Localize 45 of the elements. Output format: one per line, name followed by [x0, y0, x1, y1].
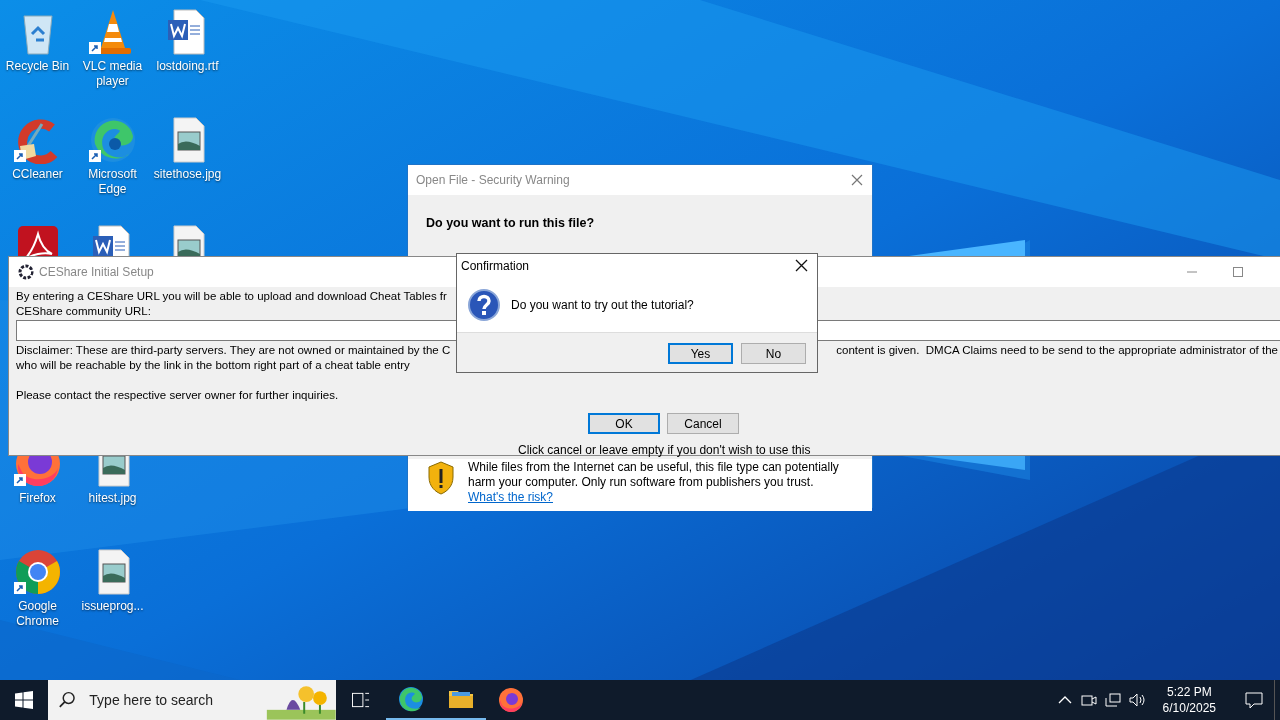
clock-time: 5:22 PM [1165, 684, 1213, 700]
icon-label[interactable]: CCleaner [1, 167, 74, 182]
camera-icon[interactable] [1080, 692, 1097, 708]
fox-globe-icon [498, 687, 524, 713]
contact-text: Please contact the respective server owner for further inquiries. [16, 388, 339, 403]
edge-browser-icon[interactable] [88, 116, 137, 164]
dialog-button[interactable]: Yes [668, 343, 733, 364]
clock-date: 6/10/2025 [1162, 700, 1216, 716]
question-icon [467, 288, 501, 322]
taskbar-clock[interactable]: 5:22 PM 6/10/2025 [1162, 684, 1216, 716]
dialog-question: Do you want to run this file? [426, 215, 595, 232]
icon-label[interactable]: hitest.jpg [76, 491, 149, 506]
icon-label[interactable]: lostdoing.rtf [151, 59, 224, 74]
icon-label[interactable]: Google Chrome [1, 599, 74, 629]
chrome-browser-icon[interactable] [13, 548, 62, 596]
disclaimer-text: content is given. DMCA Claims need to be send to the appropriate administrator of the [836, 343, 1278, 358]
window-title: CEShare Initial Setup [39, 264, 154, 281]
icon-label[interactable]: sitethose.jpg [151, 167, 224, 182]
shield-warning-icon [428, 460, 454, 495]
edge-browser-icon [398, 686, 424, 712]
hint-text: Click cancel or leave empty if you don't wish to use this [518, 443, 811, 458]
network-icon[interactable] [1104, 692, 1121, 708]
intro-text: By entering a CEShare URL you will be able to upload and download Cheat Tables fr [16, 289, 447, 304]
warning-text: harm your computer. Only run software from publishers you trust. [468, 474, 814, 490]
dialog-title: Confirmation [461, 258, 530, 275]
disclaimer-text: who will be reachable by the link in the bottom right part of a cheat table entry [16, 358, 410, 373]
windows-logo-icon [15, 691, 33, 709]
dialog-button[interactable]: OK [588, 413, 660, 434]
search-box[interactable]: Type here to search [48, 680, 336, 720]
icon-label[interactable]: Microsoft Edge [76, 167, 149, 197]
window-title: Open File - Security Warning [416, 172, 570, 189]
dialog-button[interactable]: Cancel [667, 413, 739, 434]
search-field[interactable]: Type here to search [87, 688, 258, 712]
dialog-button[interactable]: No [741, 343, 806, 364]
icon-label[interactable]: Firefox [1, 491, 74, 506]
icon-label[interactable]: VLC media player [76, 59, 149, 89]
task-view-icon [352, 692, 370, 708]
disclaimer-text: Disclaimer: These are third-party servers. They are not owned or maintained by the C [16, 343, 451, 358]
risk-link[interactable]: What's the risk? [468, 489, 553, 505]
icon-label[interactable]: issueprog... [76, 599, 149, 614]
field-label: CEShare community URL: [16, 304, 151, 319]
warning-text: While files from the Internet can be useful, this file type can potentially [468, 459, 839, 475]
icon-label[interactable]: Recycle Bin [1, 59, 74, 74]
volume-icon[interactable] [1128, 692, 1147, 708]
dialog-message: Do you want to try out the tutorial? [511, 297, 694, 314]
